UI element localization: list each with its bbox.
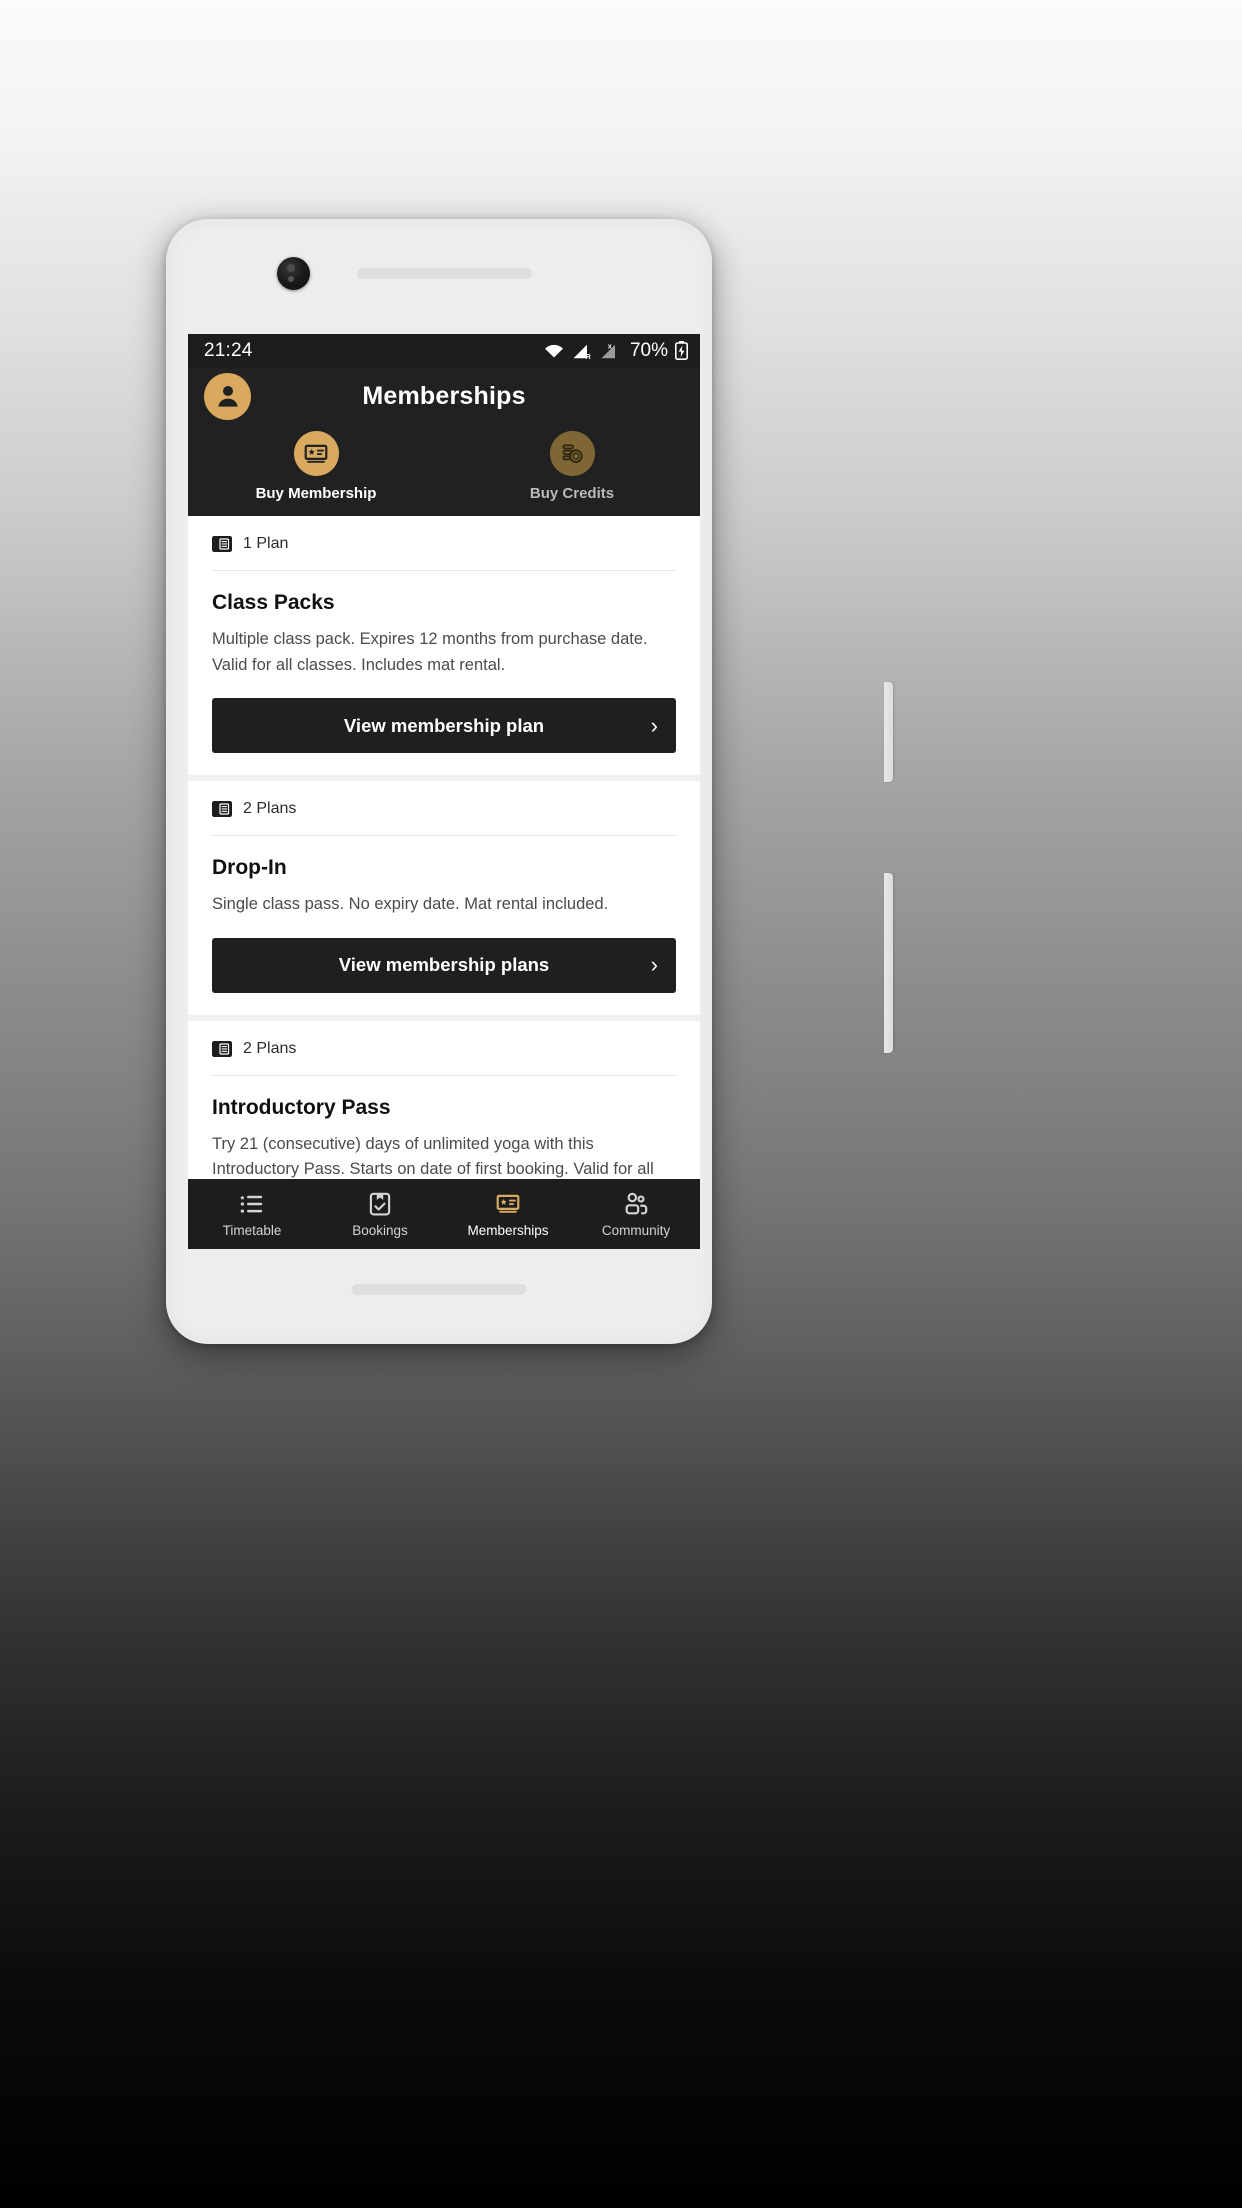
buy-membership-action[interactable]: Buy Membership (188, 431, 444, 502)
nav-item-timetable[interactable]: Timetable (188, 1179, 316, 1249)
nav-label-community: Community (601, 1222, 671, 1238)
volume-rocker-button[interactable] (884, 873, 893, 1053)
nav-item-bookings[interactable]: Bookings (316, 1179, 444, 1249)
buy-membership-label: Buy Membership (255, 485, 377, 502)
membership-description: Single class pass. No expiry date. Mat r… (212, 895, 609, 914)
coins-icon (549, 431, 595, 476)
earpiece-speaker (357, 268, 532, 279)
app-bar: Memberships (188, 367, 700, 425)
view-membership-plans-button[interactable]: View membership plans › (212, 937, 676, 993)
membership-card[interactable]: 2 Plans Drop-In Single class pass. No ex… (188, 781, 700, 1015)
account-avatar-icon (218, 386, 237, 407)
nav-label-bookings: Bookings (352, 1222, 408, 1238)
bottom-navigation: Timetable Bookings Memberships Community (188, 1179, 700, 1249)
battery-percentage-label: 70% (629, 339, 668, 361)
gesture-home-bar[interactable] (351, 1284, 527, 1295)
plan-count-row: 2 Plans (212, 799, 676, 837)
buy-credits-label: Buy Credits (529, 485, 615, 502)
status-bar: 21:24 R x 70% (188, 334, 700, 367)
membership-description: Multiple class pack. Expires 12 months f… (212, 630, 648, 674)
avatar[interactable] (204, 372, 251, 420)
signal-nosim-icon: x (601, 342, 615, 358)
membership-card[interactable]: 1 Plan Class Packs Multiple class pack. … (188, 516, 700, 776)
svg-text:x: x (608, 342, 612, 350)
nav-item-memberships[interactable]: Memberships (444, 1179, 572, 1249)
svg-text:R: R (586, 352, 592, 360)
plan-list-icon (212, 1040, 232, 1057)
power-button[interactable] (884, 682, 893, 782)
membership-title: Drop-In (212, 856, 287, 880)
membership-title: Introductory Pass (212, 1095, 391, 1119)
people-group-icon (625, 1192, 648, 1214)
chevron-right-icon: › (650, 952, 658, 978)
phone-device: 21:24 R x 70% Memberships Buy Membership… (166, 219, 893, 1344)
signal-roaming-icon: R (573, 344, 592, 360)
view-membership-plan-label: View membership plan (343, 714, 545, 736)
plan-count-label: 1 Plan (243, 535, 289, 552)
clipboard-check-icon (369, 1192, 391, 1215)
app-header: Memberships Buy Membership Buy Credits (188, 367, 700, 516)
nav-item-community[interactable]: Community (572, 1179, 700, 1249)
plan-count-label: 2 Plans (243, 1039, 297, 1057)
plan-count-label: 2 Plans (243, 800, 297, 818)
battery-charging-icon (675, 341, 688, 360)
timetable-list-icon (240, 1195, 263, 1213)
membership-card-icon (293, 431, 339, 476)
membership-description: Try 21 (consecutive) days of unlimited y… (212, 1134, 654, 1179)
plan-list-icon (212, 536, 232, 552)
wifi-icon (544, 344, 563, 357)
app-screen: 21:24 R x 70% Memberships Buy Membership… (188, 334, 700, 1249)
buy-credits-action[interactable]: Buy Credits (444, 431, 700, 502)
nav-label-memberships: Memberships (467, 1222, 549, 1238)
nav-label-timetable: Timetable (222, 1222, 282, 1238)
chevron-right-icon: › (650, 712, 658, 738)
membership-card-icon (496, 1194, 520, 1213)
view-membership-plan-button[interactable]: View membership plan › (212, 698, 676, 754)
quick-actions: Buy Membership Buy Credits (188, 425, 700, 502)
view-membership-plans-label: View membership plans (338, 954, 550, 976)
status-clock: 21:24 (204, 339, 253, 361)
front-camera-icon (277, 257, 310, 290)
membership-list[interactable]: 1 Plan Class Packs Multiple class pack. … (188, 516, 700, 1179)
page-title: Memberships (362, 381, 526, 410)
plan-count-row: 2 Plans (212, 1039, 676, 1076)
plan-list-icon (212, 801, 232, 818)
phone-screen-bezel: 21:24 R x 70% Memberships Buy Membership… (177, 230, 701, 1333)
plan-count-row: 1 Plan (212, 534, 676, 571)
membership-card[interactable]: 2 Plans Introductory Pass Try 21 (consec… (188, 1020, 700, 1179)
status-icon-group: R x 70% (543, 340, 688, 362)
membership-title: Class Packs (212, 591, 335, 614)
